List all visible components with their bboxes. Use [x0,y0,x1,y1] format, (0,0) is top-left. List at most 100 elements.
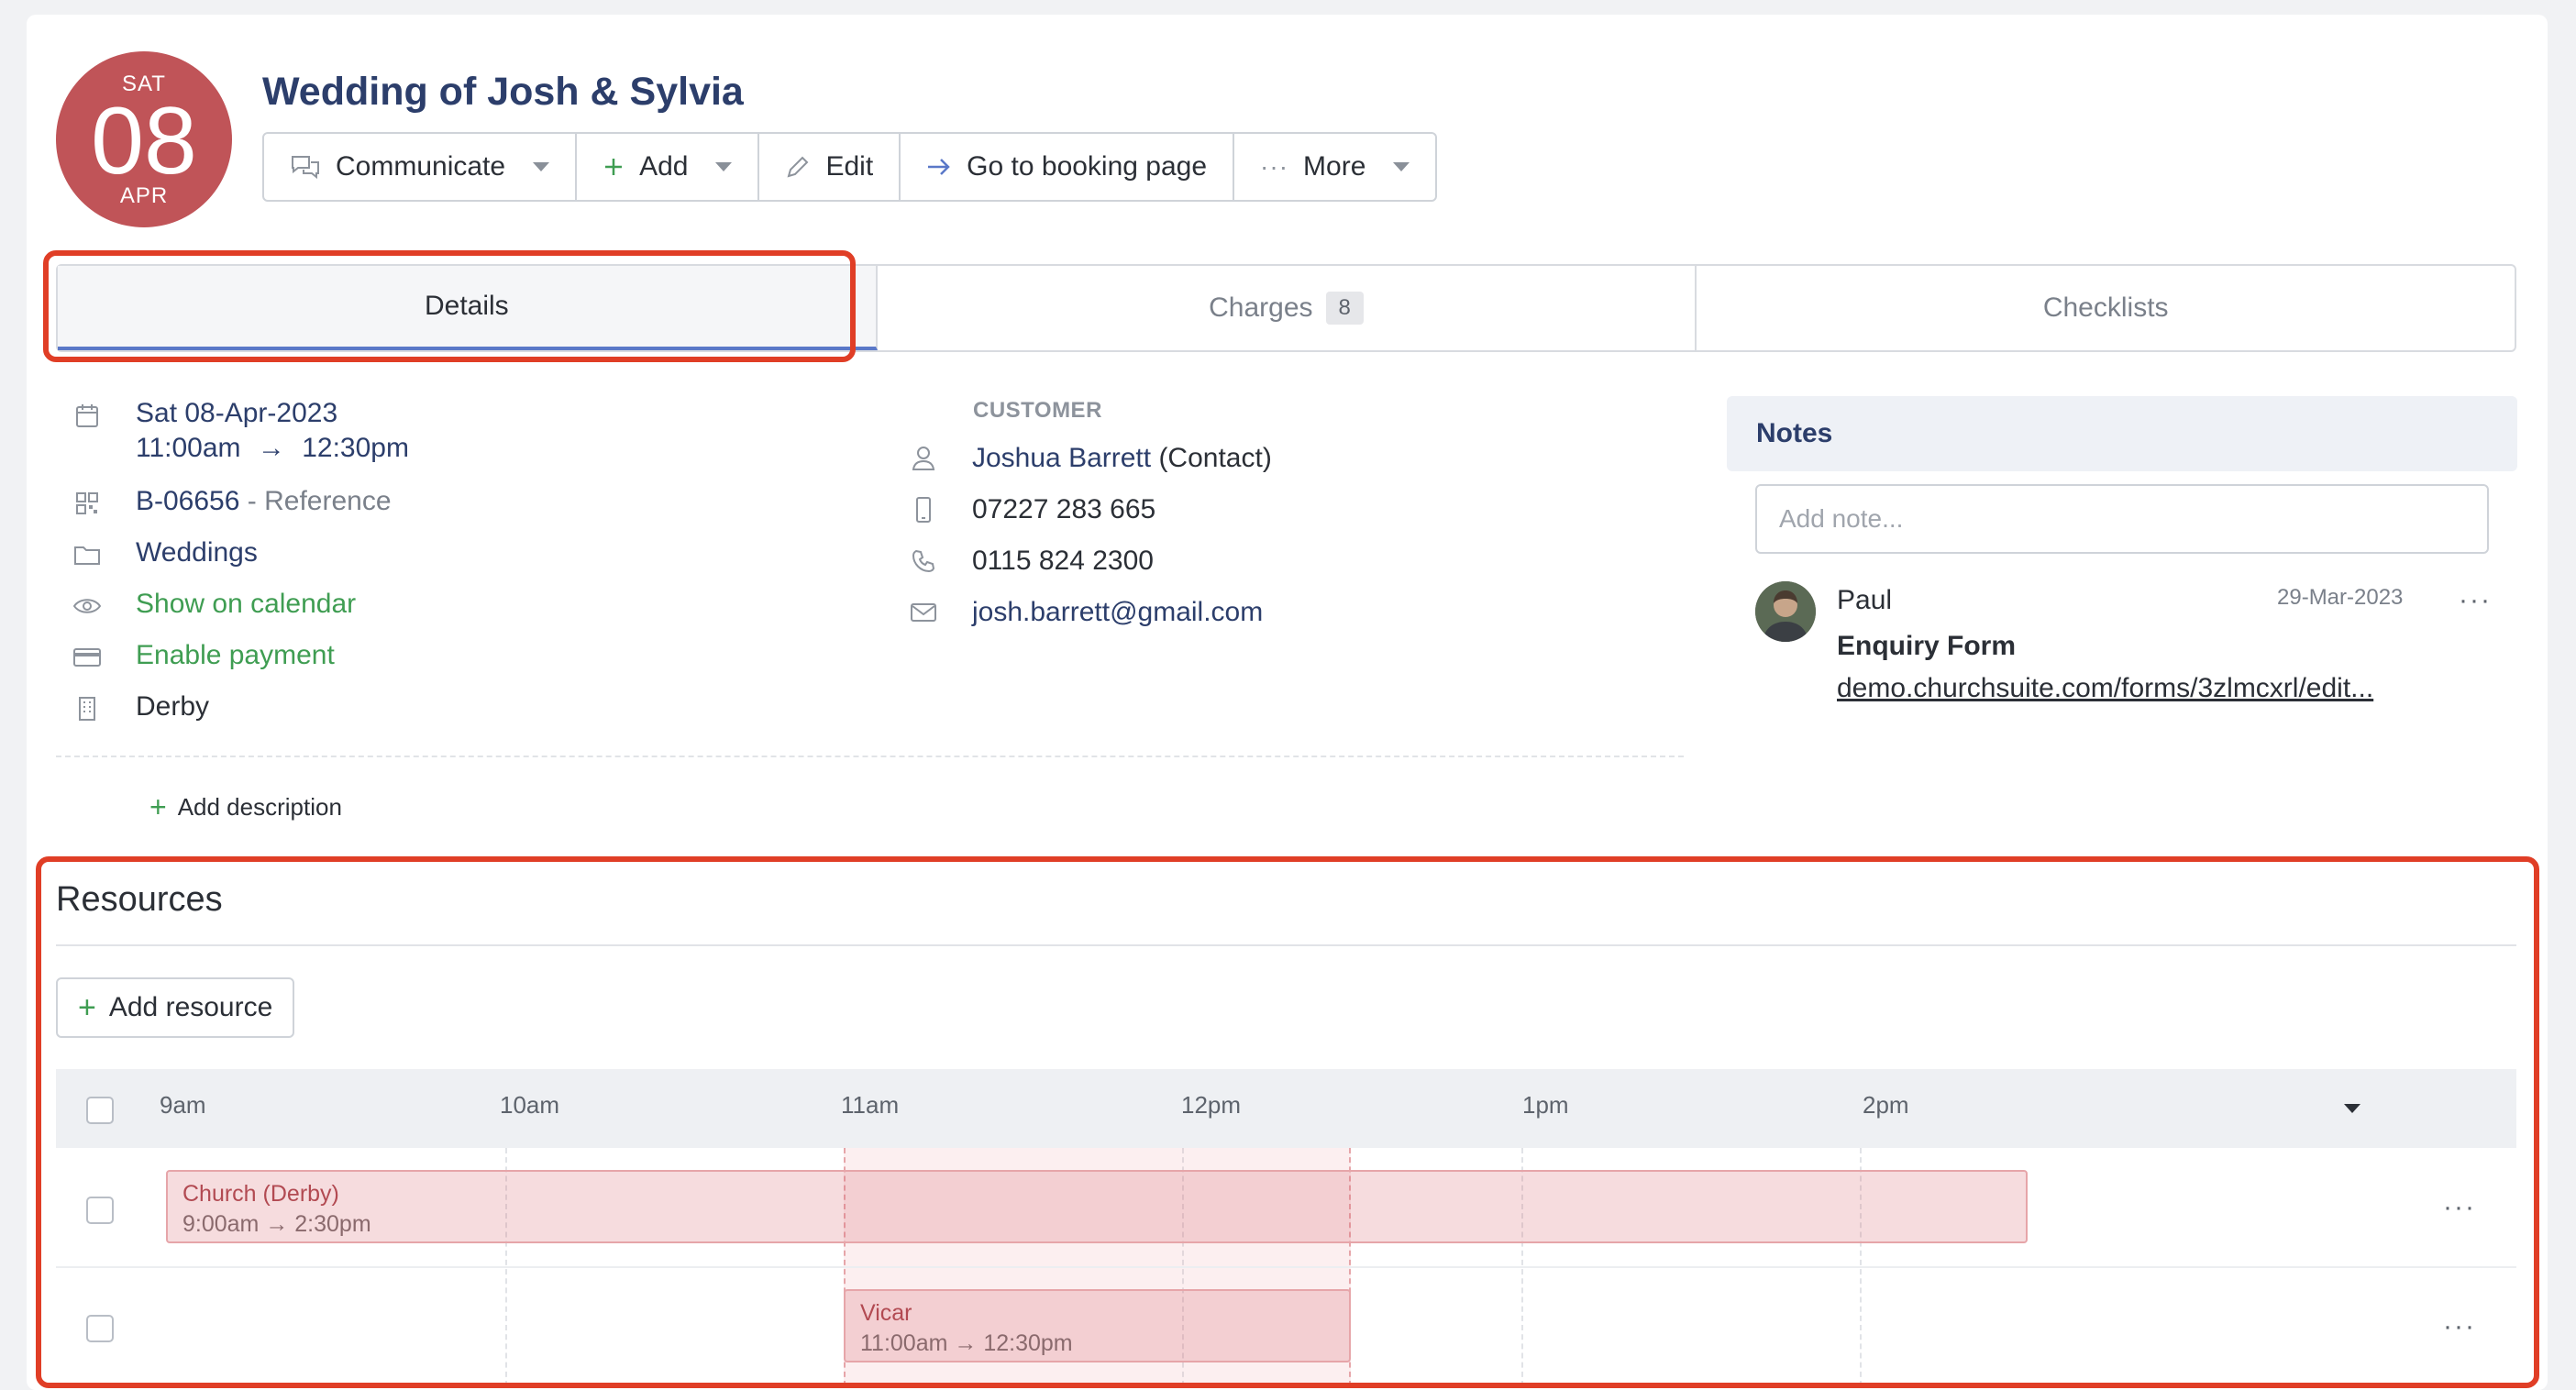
tab-details-label: Details [424,291,509,321]
folder-icon [70,537,105,572]
timeline-hour-label: 10am [500,1091,560,1119]
add-note-input[interactable]: Add note... [1755,484,2489,554]
add-label: Add [639,151,689,182]
more-label: More [1303,151,1366,182]
details-divider [56,756,1684,757]
resource-row-checkbox[interactable] [86,1315,114,1342]
date-badge-month: APR [119,183,169,208]
tab-details[interactable]: Details [58,266,878,350]
note-title: Enquiry Form [1837,631,2017,661]
note-options-button[interactable]: ··· [2459,585,2492,616]
go-to-booking-label: Go to booking page [967,151,1208,182]
booking-time-start: 11:00am [136,433,241,463]
chevron-down-icon [715,162,733,171]
add-description-button[interactable]: + Add description [149,790,342,824]
booking-date: Sat 08-Apr-2023 [136,398,338,428]
timeline-hour-label: 2pm [1863,1091,1909,1119]
customer-phone-row: 0115 824 2300 [906,544,1154,579]
detail-payment-row: Enable payment [70,640,335,675]
customer-email-row: josh.barrett@gmail.com [906,595,1263,630]
resource-row-checkbox[interactable] [86,1197,114,1224]
booking-time-end: 12:30pm [302,433,409,463]
chevron-down-icon [1393,162,1410,171]
timeline-header [56,1069,2516,1148]
customer-role: (Contact) [1151,443,1272,473]
avatar [1755,581,1816,642]
envelope-icon [906,595,941,630]
detail-calendar-row: Show on calendar [70,589,356,623]
arrow-right-icon [926,156,952,178]
add-description-label: Add description [177,793,342,821]
ellipsis-icon: ··· [1260,152,1289,181]
detail-date-row: Sat 08-Apr-2023 11:00am → 12:30pm [70,398,409,464]
customer-mobile-row: 07227 283 665 [906,492,1155,527]
resource-row-options-button[interactable]: ··· [2443,1192,2476,1223]
reference-code[interactable]: B-06656 [136,486,239,516]
select-all-checkbox[interactable] [86,1097,114,1124]
resource-name: Church (Derby) [182,1181,339,1207]
note-date: 29-Mar-2023 [2277,585,2404,610]
add-resource-button[interactable]: + Add resource [56,977,295,1038]
note-link[interactable]: demo.churchsuite.com/forms/3zlmcxrl/edit… [1837,673,2373,704]
building-icon [70,691,105,726]
user-icon [906,441,941,476]
date-badge-day: 08 [91,88,197,194]
page-title: Wedding of Josh & Sylvia [262,70,744,114]
tab-checklists[interactable]: Checklists [1697,266,2515,350]
customer-section-label: CUSTOMER [973,398,1102,423]
detail-site-row: Derby [70,691,209,726]
tab-checklists-label: Checklists [2042,292,2169,323]
customer-mobile[interactable]: 07227 283 665 [972,494,1155,525]
category-link[interactable]: Weddings [136,537,258,568]
resource-row-options-button[interactable]: ··· [2443,1311,2476,1342]
detail-reference-row: B-06656 - Reference [70,486,392,521]
customer-email-link[interactable]: josh.barrett@gmail.com [972,597,1263,628]
charges-count-badge: 8 [1325,292,1364,325]
tab-bar: Details Charges 8 Checklists [56,264,2516,352]
timeline-hour-label: 12pm [1181,1091,1242,1119]
edit-label: Edit [825,151,874,182]
more-button[interactable]: ··· More [1234,134,1435,200]
resources-divider [56,944,2516,946]
reference-label: - Reference [239,486,392,516]
plus-icon: + [78,989,96,1025]
enable-payment-toggle[interactable]: Enable payment [136,640,335,671]
timeline-hour-label: 1pm [1522,1091,1569,1119]
resource-time: 11:00am → 12:30pm [860,1330,1073,1356]
site-name: Derby [136,691,210,722]
pencil-icon [785,154,811,180]
chevron-down-icon [533,162,550,171]
credit-card-icon [70,640,105,675]
tab-charges-label: Charges [1209,292,1313,323]
phone-icon [906,544,941,579]
resource-name: Vicar [860,1300,912,1326]
calendar-icon [70,398,105,433]
communicate-button[interactable]: Communicate [264,134,578,200]
notes-heading: Notes [1727,396,2517,471]
customer-name-link[interactable]: Joshua Barrett [972,443,1151,473]
go-to-booking-page-button[interactable]: Go to booking page [901,134,1235,200]
date-badge: SAT 08 APR [56,51,232,227]
customer-phone[interactable]: 0115 824 2300 [972,546,1154,577]
communicate-label: Communicate [336,151,506,182]
edit-button[interactable]: Edit [759,134,901,200]
resource-bar-church[interactable]: Church (Derby) 9:00am → 2:30pm [166,1170,2028,1243]
timeline-hour-label: 9am [160,1091,206,1119]
note-author: Paul [1837,585,1893,615]
notes-panel: Notes Add note... Paul 29-Mar-2023 ··· E… [1727,396,2517,763]
tab-charges[interactable]: Charges 8 [878,266,1697,350]
qr-code-icon [70,486,105,521]
action-toolbar: Communicate Add Edit Go to booking page … [262,132,1438,202]
detail-category-row: Weddings [70,537,258,572]
add-button[interactable]: Add [577,134,760,200]
timeline-dropdown-icon[interactable] [2344,1104,2360,1113]
booking-time-arrow: → [257,433,285,463]
resource-bar-vicar[interactable]: Vicar 11:00am → 12:30pm [844,1289,1351,1362]
plus-icon [603,156,625,178]
plus-icon: + [149,790,167,823]
show-on-calendar-toggle[interactable]: Show on calendar [136,589,356,620]
chat-icon [290,153,321,181]
row-divider [56,1266,2516,1268]
resource-time: 9:00am → 2:30pm [182,1211,371,1237]
customer-name-row: Joshua Barrett (Contact) [906,441,1272,476]
